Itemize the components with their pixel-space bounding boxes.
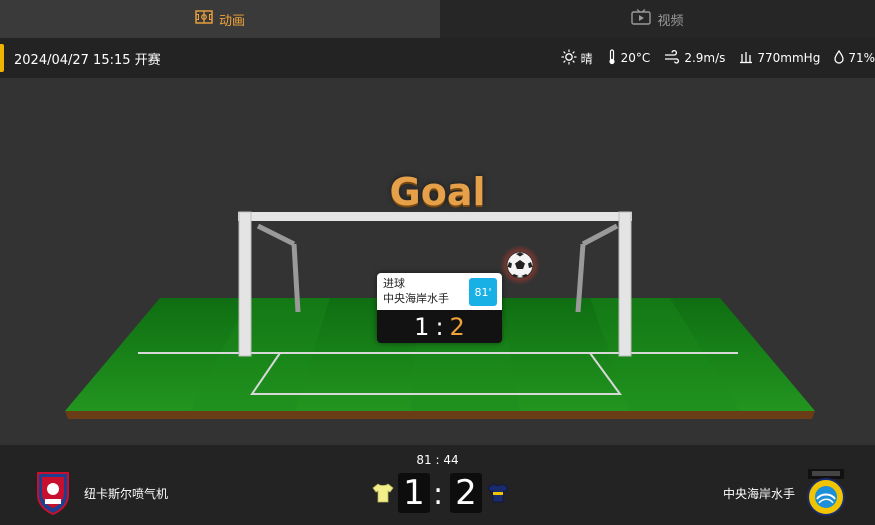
home-shirt-icon	[372, 483, 394, 507]
match-info-bar: 2024/04/27 15:15 开赛 晴 20°C 2.9m/s 770mmH…	[0, 38, 875, 78]
event-type: 进球	[383, 277, 405, 290]
home-team-logo	[36, 469, 70, 519]
event-score-home: 1	[414, 312, 430, 341]
match-clock: 81 : 44	[416, 453, 459, 467]
goal-title: Goal	[389, 170, 486, 214]
tab-video[interactable]: 视频	[440, 0, 875, 38]
accent-bar	[0, 44, 4, 72]
pitch-icon	[195, 10, 213, 28]
event-score-separator: :	[435, 312, 444, 341]
scoreboard: 纽卡斯尔喷气机 81 : 44 1 : 2 中央海岸水手	[0, 445, 875, 525]
away-score: 2	[450, 473, 482, 513]
score-separator: :	[433, 477, 444, 512]
away-shirt-icon	[487, 483, 509, 507]
event-team: 中央海岸水手	[383, 292, 449, 305]
home-team-name: 纽卡斯尔喷气机	[84, 487, 169, 501]
temperature-text: 20°C	[620, 51, 651, 65]
tv-icon	[631, 9, 652, 29]
tab-animation[interactable]: 动画	[0, 0, 440, 38]
event-score: 1 : 2	[377, 310, 502, 343]
away-team-name: 中央海岸水手	[722, 487, 795, 501]
pitch-scene	[65, 211, 815, 419]
match-start-info: 2024/04/27 15:15 开赛	[14, 52, 161, 68]
pressure-text: 770mmHg	[757, 51, 821, 65]
drop-icon	[834, 49, 844, 67]
sun-icon	[561, 49, 577, 68]
weather-wind: 2.9m/s	[664, 49, 726, 67]
weather-condition-text: 晴	[580, 51, 593, 66]
thermometer-icon	[607, 48, 617, 68]
wind-text: 2.9m/s	[684, 51, 726, 65]
goal-event-card: 进球 中央海岸水手 81' 1 : 2	[377, 273, 502, 343]
weather-humidity: 71%	[834, 49, 875, 67]
wind-icon	[664, 49, 680, 67]
home-score: 1	[398, 473, 430, 513]
humidity-text: 71%	[848, 51, 875, 65]
weather-temperature: 20°C	[607, 48, 651, 68]
tab-video-label: 视频	[657, 13, 684, 29]
event-minute-badge: 81'	[469, 278, 497, 306]
tab-animation-label: 动画	[218, 13, 245, 29]
soccer-ball-icon	[500, 245, 540, 285]
weather-panel: 晴 20°C 2.9m/s 770mmHg 71%	[561, 38, 875, 78]
away-team-logo	[804, 467, 848, 521]
event-card-header: 进球 中央海岸水手 81'	[377, 273, 502, 310]
tab-bar: 动画 视频	[0, 0, 875, 38]
pressure-icon	[739, 50, 753, 67]
pitch-soil	[65, 411, 815, 419]
event-score-away: 2	[449, 312, 465, 341]
weather-condition: 晴	[561, 49, 593, 68]
weather-pressure: 770mmHg	[739, 50, 820, 67]
animation-stage: Goal 进球 中央海岸水手 81' 1 : 2	[0, 78, 875, 445]
